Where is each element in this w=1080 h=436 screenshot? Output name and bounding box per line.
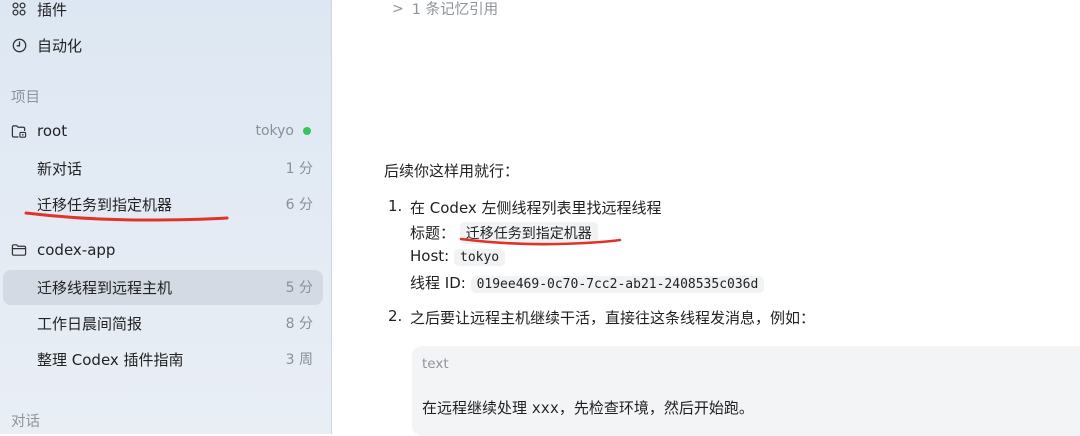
folder-icon <box>11 242 27 258</box>
sidebar-item-plugins[interactable]: 插件 <box>0 0 331 26</box>
chats-section-header: 对话 <box>11 414 40 430</box>
step-number: 1. <box>388 197 403 215</box>
step-number: 2. <box>388 307 403 325</box>
thread-time: 1 分 <box>285 161 313 177</box>
projects-section-header: 项目 <box>11 90 40 106</box>
project-codex-app[interactable]: codex-app <box>0 233 331 267</box>
step-text: 之后要让远程主机继续干活，直接往这条线程发消息，例如： <box>410 309 816 327</box>
sidebar-item-label: 插件 <box>37 0 68 19</box>
thread-title: 整理 Codex 插件指南 <box>37 350 184 369</box>
code-block: text 在远程继续处理 xxx，先检查环境，然后开始跑。 <box>412 346 1080 436</box>
thread-time: 5 分 <box>285 280 313 296</box>
thread-item-active[interactable]: 迁移线程到远程主机 5 分 <box>0 270 331 304</box>
code-token: xxx <box>531 399 559 417</box>
project-name: root <box>37 122 68 140</box>
code-language-label: text <box>422 356 449 372</box>
conversation-pane: > 1 条记忆引用 后续你这样用就行： 1. 在 Codex 左侧线程列表里找远… <box>332 0 1080 436</box>
folder-remote-icon <box>11 123 27 139</box>
code-content: 在远程继续处理 xxx，先检查环境，然后开始跑。 <box>422 397 754 418</box>
project-root[interactable]: root tokyo <box>0 114 331 148</box>
host-label: Host: <box>410 247 450 265</box>
thread-time: 6 分 <box>285 197 313 213</box>
chevron-right-icon: > <box>392 0 404 17</box>
clock-icon <box>11 37 27 53</box>
code-suffix: ，先检查环境，然后开始跑。 <box>558 399 754 417</box>
thread-title: 迁移任务到指定机器 <box>37 195 173 214</box>
project-name: codex-app <box>37 241 116 259</box>
step-text: 在 Codex 左侧线程列表里找远程线程 <box>410 199 662 217</box>
code-prefix: 在远程继续处理 <box>422 399 532 417</box>
thread-item[interactable]: 新对话 1 分 <box>0 151 331 185</box>
thread-title: 新对话 <box>37 159 83 178</box>
memory-reference-toggle[interactable]: > 1 条记忆引用 <box>392 0 498 19</box>
sidebar-item-label: 自动化 <box>37 36 83 55</box>
title-line: 标题： 迁移任务到指定机器 <box>410 222 598 244</box>
thread-id-label: 线程 ID: <box>410 274 466 292</box>
memory-reference-label: 1 条记忆引用 <box>411 2 499 18</box>
sidebar: 插件 自动化 项目 root tokyo 新对话 1 分 迁移任务到指定机器 6… <box>0 0 332 434</box>
thread-item[interactable]: 整理 Codex 插件指南 3 周 <box>0 342 331 376</box>
host-status-dot <box>303 127 311 135</box>
host-line: Host: tokyo <box>410 247 506 266</box>
thread-item[interactable]: 迁移任务到指定机器 6 分 <box>0 187 331 221</box>
thread-time: 3 周 <box>285 352 313 368</box>
host-value-chip: tokyo <box>454 249 506 266</box>
thread-title: 迁移线程到远程主机 <box>37 278 173 297</box>
sidebar-item-automation[interactable]: 自动化 <box>0 28 331 62</box>
plugins-grid-icon <box>11 1 27 17</box>
thread-time: 8 分 <box>285 316 313 332</box>
thread-title: 工作日晨间简报 <box>37 314 143 333</box>
title-value-chip: 迁移任务到指定机器 <box>459 222 598 244</box>
project-host: tokyo <box>255 123 294 139</box>
thread-id-chip: 019ee469-0c70-7cc2-ab21-2408535c036d <box>470 276 765 293</box>
thread-id-line: 线程 ID: 019ee469-0c70-7cc2-ab21-2408535c0… <box>410 272 765 293</box>
title-label: 标题： <box>410 224 456 242</box>
intro-text: 后续你这样用就行： <box>384 162 520 180</box>
thread-item[interactable]: 工作日晨间简报 8 分 <box>0 306 331 340</box>
